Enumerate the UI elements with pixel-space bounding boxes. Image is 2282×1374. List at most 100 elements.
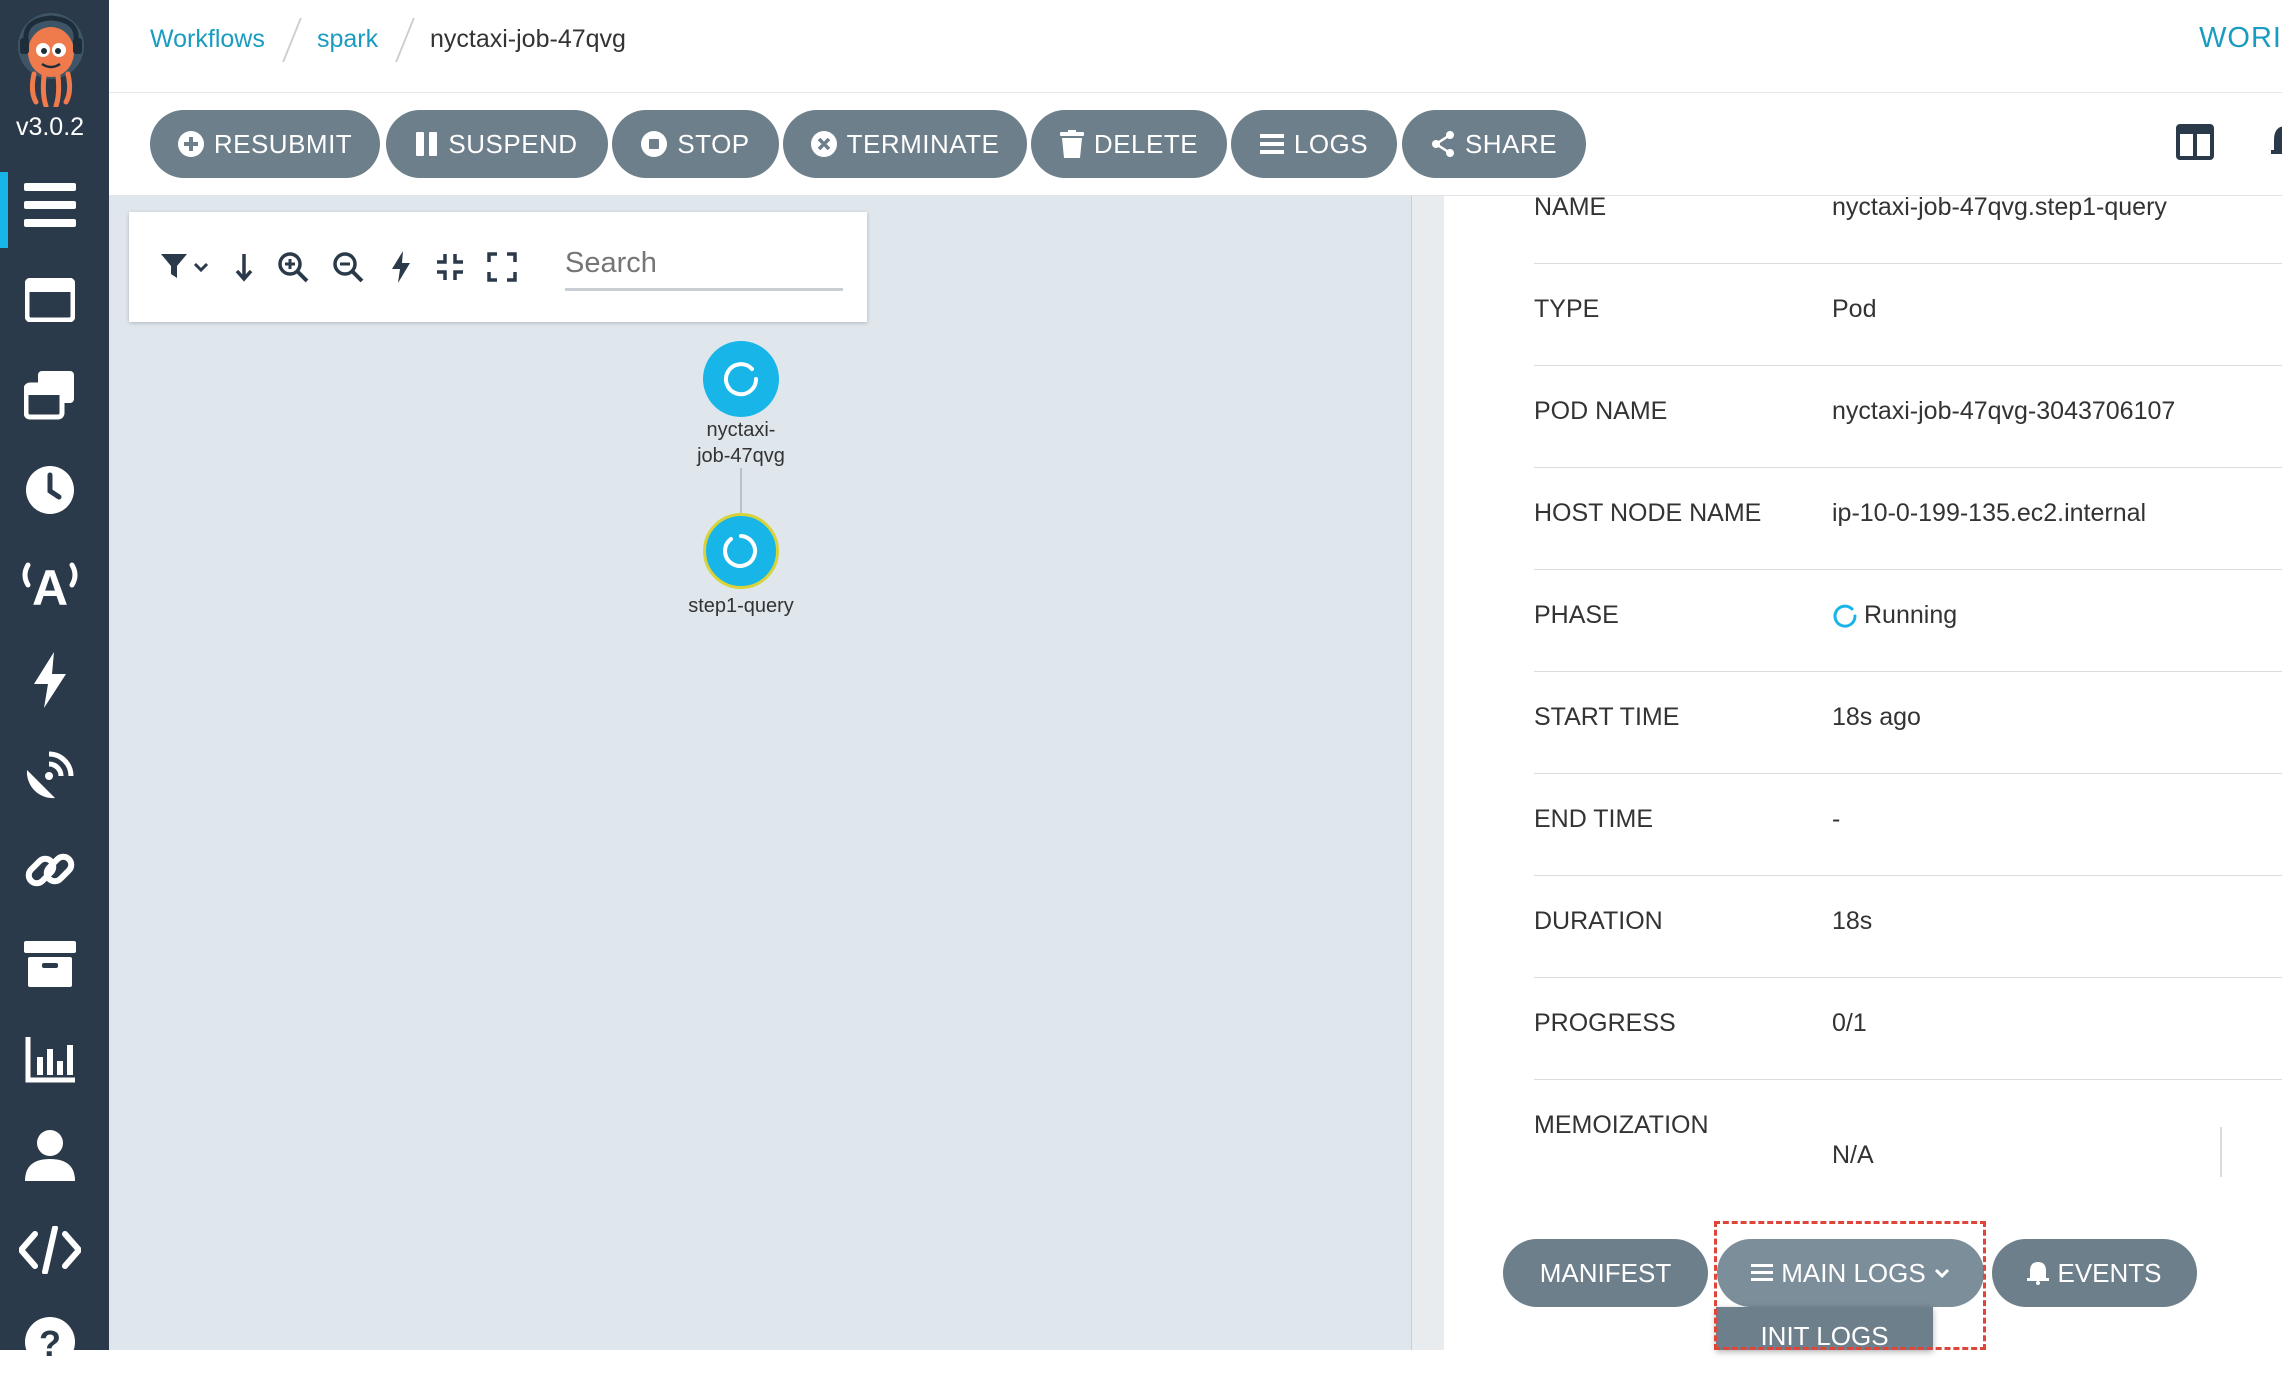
detail-row-type: TYPE Pod <box>1534 263 2282 366</box>
bolt-icon <box>392 251 410 283</box>
running-spinner-icon <box>724 362 759 397</box>
sidebar-item-event-sources[interactable]: A <box>18 553 82 617</box>
fast-render-button[interactable] <box>382 248 420 286</box>
satellite-icon <box>26 751 74 799</box>
logs-label: LOGS <box>1293 128 1369 159</box>
compress-icon <box>437 254 463 280</box>
detail-value: nyctaxi-job-47qvg.step1-query <box>1832 196 2167 221</box>
phase-value: Running <box>1832 601 1957 630</box>
list-icon <box>1259 134 1284 154</box>
sidebar-item-cluster-templates[interactable] <box>18 363 82 427</box>
sidebar-item-workflow-templates[interactable] <box>18 268 82 332</box>
detail-row-start-time: START TIME 18s ago <box>1534 671 2282 774</box>
zoom-in-icon <box>278 252 309 283</box>
detail-value: 18s ago <box>1832 703 1921 731</box>
resubmit-label: RESUBMIT <box>213 128 353 159</box>
suspend-button[interactable]: SUSPEND <box>386 110 608 178</box>
split-view-button[interactable] <box>2176 124 2214 162</box>
detail-key: END TIME <box>1534 805 1653 833</box>
detail-value: ip-10-0-199-135.ec2.internal <box>1832 499 2147 527</box>
sidebar-item-api-docs[interactable] <box>18 1218 82 1282</box>
svg-text:A: A <box>32 560 68 613</box>
stop-circle-icon <box>641 131 668 157</box>
phase-text: Running <box>1864 601 1958 629</box>
notifications-button[interactable] <box>2269 124 2282 162</box>
bell-icon <box>2027 1262 2050 1285</box>
detail-row-name: NAME nyctaxi-job-47qvg.step1-query <box>1534 196 2282 264</box>
graph-node-step1-query[interactable] <box>703 513 779 589</box>
detail-row-phase: PHASE Running <box>1534 569 2282 672</box>
sidebar-item-user[interactable] <box>18 1123 82 1187</box>
graph-node-label: step1-query <box>688 595 794 617</box>
chevron-down-icon <box>1934 1268 1949 1279</box>
expand-icon <box>487 252 517 282</box>
delete-button[interactable]: DELETE <box>1031 110 1227 178</box>
running-spinner-icon <box>1833 604 1857 628</box>
breadcrumb-separator <box>282 18 302 62</box>
detail-value: nyctaxi-job-47qvg-3043706107 <box>1832 397 2176 425</box>
breadcrumb-separator <box>395 18 415 62</box>
window-icon <box>25 278 75 322</box>
manifest-button[interactable]: MANIFEST <box>1503 1239 1708 1307</box>
suspend-label: SUSPEND <box>448 128 578 159</box>
sidebar-item-workflows[interactable] <box>18 173 82 237</box>
graph-search-input[interactable] <box>565 238 843 291</box>
direction-toggle-button[interactable] <box>225 248 263 286</box>
events-button[interactable]: EVENTS <box>1992 1239 2197 1307</box>
zoom-in-button[interactable] <box>274 248 312 286</box>
graph-node-label: nyctaxi- job-47qvg <box>641 417 841 469</box>
running-spinner-icon <box>723 534 758 568</box>
active-nav-indicator <box>0 172 8 248</box>
split-panel-icon <box>2176 124 2214 160</box>
sidebar-item-help[interactable]: ? <box>18 1310 82 1374</box>
detail-row-end-time: END TIME - <box>1534 773 2282 876</box>
detail-key: PHASE <box>1534 601 1619 629</box>
breadcrumb-workflows[interactable]: Workflows <box>150 25 265 54</box>
stop-button[interactable]: STOP <box>612 110 779 178</box>
sidebar-item-event-flow[interactable] <box>18 743 82 807</box>
workflows-icon <box>24 183 76 227</box>
bell-icon <box>2271 126 2282 154</box>
trash-icon <box>1059 130 1084 158</box>
expand-button[interactable] <box>483 248 521 286</box>
sidebar-item-reports[interactable] <box>18 1028 82 1092</box>
graph-node-workflow[interactable] <box>703 341 779 417</box>
filter-dropdown-icon <box>161 254 209 278</box>
bolt-icon <box>34 652 66 708</box>
close-circle-icon <box>810 131 837 157</box>
terminate-button[interactable]: TERMINATE <box>783 110 1027 178</box>
pause-icon <box>416 132 438 156</box>
detail-key: TYPE <box>1534 295 1600 323</box>
sidebar-item-archive[interactable] <box>18 933 82 997</box>
panel-divider[interactable] <box>1411 196 1445 1350</box>
sidebar-item-links[interactable] <box>18 838 82 902</box>
sidebar-item-cron-workflows[interactable] <box>18 458 82 522</box>
detail-key: HOST NODE NAME <box>1534 499 1762 527</box>
detail-value: 0/1 <box>1832 1009 1867 1037</box>
svg-text:?: ? <box>39 1323 61 1364</box>
collapse-button[interactable] <box>431 248 469 286</box>
user-icon <box>25 1130 75 1181</box>
share-button[interactable]: SHARE <box>1402 110 1586 178</box>
breadcrumb-current: nyctaxi-job-47qvg <box>430 25 626 53</box>
main-logs-label: MAIN LOGS <box>1781 1257 1926 1288</box>
main-logs-button[interactable]: MAIN LOGS <box>1717 1239 1984 1307</box>
init-logs-menu-item[interactable]: INIT LOGS <box>1716 1321 1933 1352</box>
code-icon <box>19 1226 81 1274</box>
detail-row-pod-name: POD NAME nyctaxi-job-47qvg-3043706107 <box>1534 365 2282 468</box>
action-toolbar: RESUBMIT SUSPEND STOP TERMINATE DELETE L… <box>109 93 2282 196</box>
logs-button[interactable]: LOGS <box>1231 110 1397 178</box>
detail-row-host-node-name: HOST NODE NAME ip-10-0-199-135.ec2.inter… <box>1534 467 2282 570</box>
resubmit-button[interactable]: RESUBMIT <box>150 110 380 178</box>
filter-button[interactable] <box>159 248 211 286</box>
breadcrumb-namespace[interactable]: spark <box>317 25 378 54</box>
detail-row-duration: DURATION 18s <box>1534 875 2282 978</box>
zoom-out-button[interactable] <box>329 248 367 286</box>
sidebar-item-sensors[interactable] <box>18 648 82 712</box>
terminate-label: TERMINATE <box>846 128 1000 159</box>
plus-circle-icon <box>177 131 204 157</box>
stop-label: STOP <box>677 128 750 159</box>
node-label-line: nyctaxi- <box>706 419 776 441</box>
detail-row-progress: PROGRESS 0/1 <box>1534 977 2282 1080</box>
top-bar: Workflows spark nyctaxi-job-47qvg WORI <box>109 0 2282 93</box>
